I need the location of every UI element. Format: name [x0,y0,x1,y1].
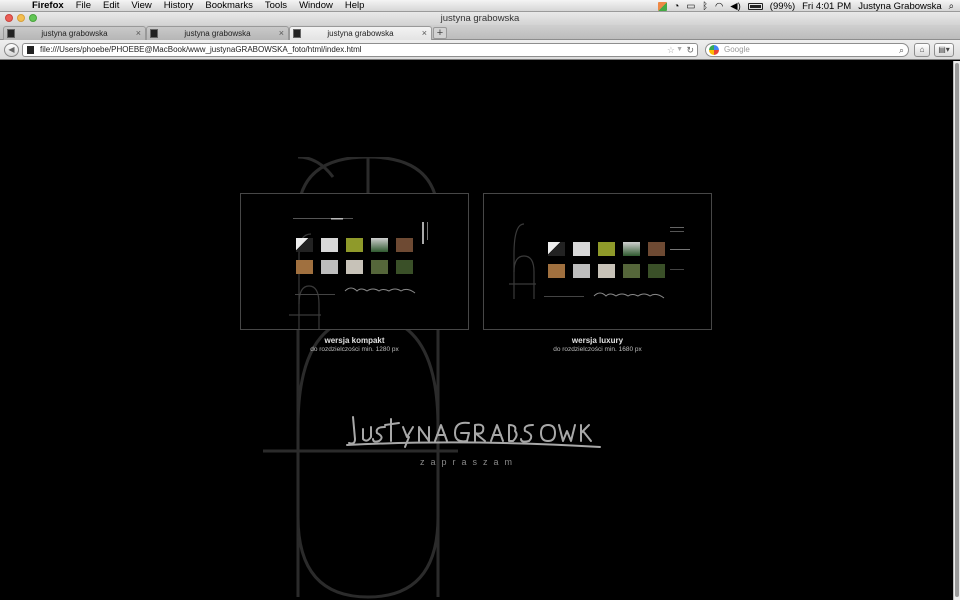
close-window-button[interactable] [5,14,13,22]
menu-tools[interactable]: Tools [259,0,293,11]
tab-label: justyna grabowska [41,29,108,38]
spotlight-icon[interactable]: ⌕ [949,1,954,12]
menu-app-firefox[interactable]: Firefox [26,0,70,11]
menu-file[interactable]: File [70,0,97,11]
url-bar[interactable]: file:///Users/phoebe/PHOEBE@MacBook/www_… [22,43,698,57]
window-title: justyna grabowska [440,13,520,24]
battery-icon[interactable] [747,2,763,10]
thumbnail[interactable] [623,242,640,256]
thumbnail[interactable] [648,242,665,256]
window-controls [5,14,37,22]
signature-logo [346,416,601,448]
tab-1[interactable]: justyna grabowska × [3,26,146,40]
page-content: wersja kompakt do rozdzielczości min. 12… [0,61,953,600]
thumbnail[interactable] [573,242,590,256]
tab-2[interactable]: justyna grabowska × [146,26,289,40]
tab-bar: justyna grabowska × justyna grabowska × … [0,25,960,41]
url-text: file:///Users/phoebe/PHOEBE@MacBook/www_… [40,45,362,54]
preview-luxury[interactable] [483,193,712,330]
menu-history[interactable]: History [158,0,200,11]
thumbnail[interactable] [396,260,413,274]
caption-luxury[interactable]: wersja luxury do rozdzielczości min. 168… [483,336,712,353]
thumbnail[interactable] [371,260,388,274]
menu-edit[interactable]: Edit [97,0,125,11]
user-name[interactable]: Justyna Grabowska [858,1,941,12]
thumbnail[interactable] [296,260,313,274]
thumbnail[interactable] [396,238,413,252]
close-tab-icon[interactable]: × [136,27,141,40]
favicon-icon [150,29,158,38]
home-button[interactable]: ⌂ [914,43,930,57]
thumbnail-grid [548,242,665,278]
tab-label: justyna grabowska [327,29,394,38]
thumbnail[interactable] [321,238,338,252]
bookmarks-menu-button[interactable]: ▤▾ [934,43,954,57]
clock[interactable]: Fri 4:01 PM [802,1,851,12]
reload-icon[interactable]: ↻ [686,44,694,56]
url-dropdown-icon[interactable]: ▼ [676,44,683,56]
caption-subtitle: do rozdzielczości min. 1280 px [310,346,399,353]
thumbnail[interactable] [296,238,313,252]
back-button[interactable]: ◀ [4,43,19,57]
vertical-scrollbar[interactable] [953,61,960,600]
search-input[interactable]: Google ⌕ [705,43,909,57]
zoom-window-button[interactable] [29,14,37,22]
wifi-icon[interactable]: ◠ [715,1,723,12]
invite-link[interactable]: zapraszam [394,457,544,467]
search-placeholder: Google [724,45,750,54]
thumbnail-grid [296,238,413,274]
scrollbar-thumb[interactable] [955,63,959,597]
battery-percent: (99%) [769,0,796,12]
google-icon[interactable] [709,45,719,55]
minimize-window-button[interactable] [17,14,25,22]
volume-icon[interactable]: ◀) [730,1,740,12]
window-titlebar: justyna grabowska [0,12,960,25]
status-area: ◔ ▭ ᛒ ◠ ◀) (99%) Fri 4:01 PM Justyna Gra… [657,0,954,12]
caption-kompakt[interactable]: wersja kompakt do rozdzielczości min. 12… [240,336,469,353]
time-machine-icon[interactable]: ◔ [674,1,680,12]
thumbnail[interactable] [573,264,590,278]
thumbnail[interactable] [598,242,615,256]
page-favicon-icon [27,46,34,54]
thumbnail[interactable] [371,238,388,252]
close-tab-icon[interactable]: × [422,27,427,40]
menu-bar: Firefox File Edit View History Bookmarks… [0,0,960,12]
display-icon[interactable]: ▭ [686,1,695,12]
thumbnail[interactable] [648,264,665,278]
bluetooth-icon[interactable]: ᛒ [702,1,708,12]
thumbnail[interactable] [548,242,565,256]
bookmark-star-icon[interactable]: ☆ [667,44,675,56]
favicon-icon [7,29,15,38]
tab-3-active[interactable]: justyna grabowska × [289,26,432,41]
navigation-toolbar: ◀ file:///Users/phoebe/PHOEBE@MacBook/ww… [0,40,960,60]
favicon-icon [293,29,301,38]
thumbnail[interactable] [623,264,640,278]
search-icon[interactable]: ⌕ [899,44,904,56]
menu-window[interactable]: Window [293,0,339,11]
flag-icon[interactable] [657,1,667,11]
menu-view[interactable]: View [125,0,157,11]
thumbnail[interactable] [346,238,363,252]
preview-kompakt[interactable] [240,193,469,330]
thumbnail[interactable] [321,260,338,274]
thumbnail[interactable] [346,260,363,274]
tab-label: justyna grabowska [184,29,251,38]
caption-subtitle: do rozdzielczości min. 1680 px [553,346,642,353]
thumbnail[interactable] [548,264,565,278]
close-tab-icon[interactable]: × [279,27,284,40]
new-tab-button[interactable]: + [433,27,447,39]
caption-title: wersja kompakt [324,336,385,345]
menu-bookmarks[interactable]: Bookmarks [199,0,259,11]
thumbnail[interactable] [598,264,615,278]
menu-help[interactable]: Help [339,0,371,11]
caption-title: wersja luxury [571,336,624,345]
